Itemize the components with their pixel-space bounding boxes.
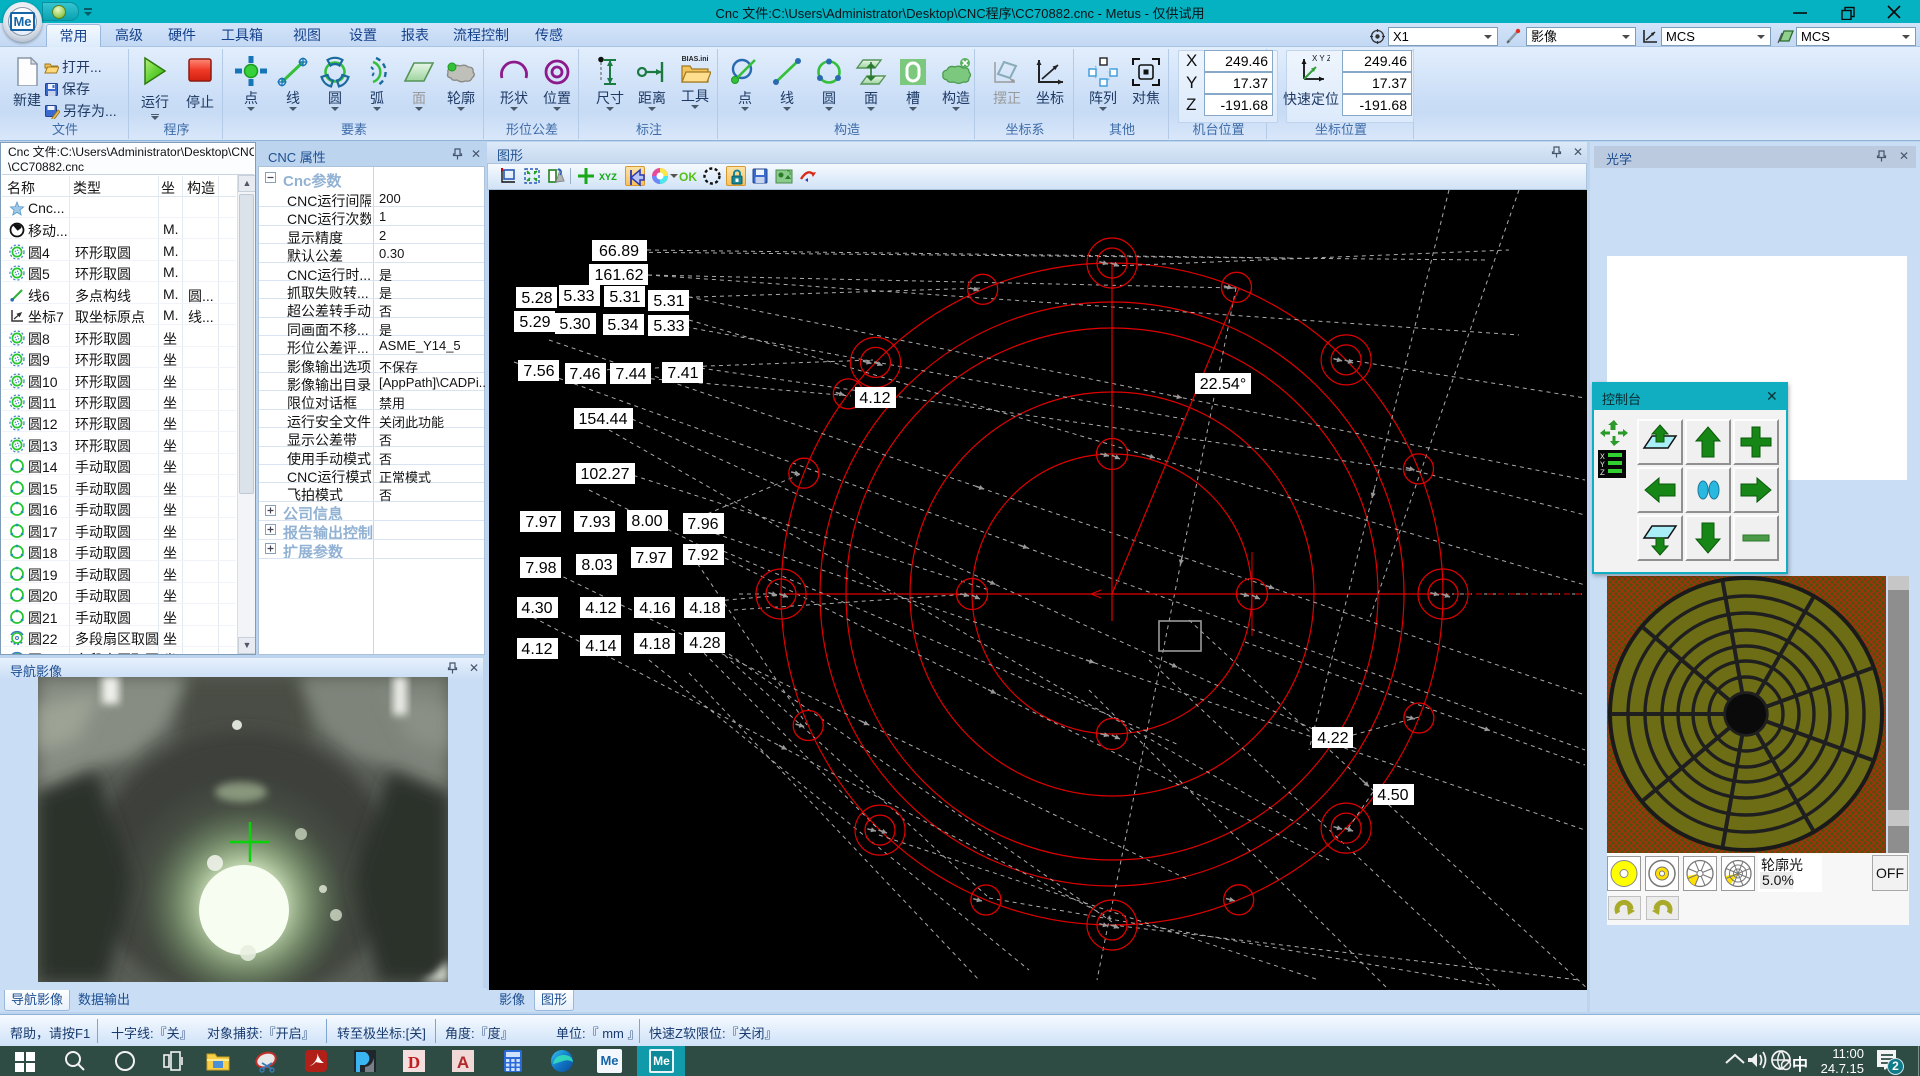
svg-text:154.44: 154.44	[579, 411, 628, 428]
svg-text:4.50: 4.50	[1377, 787, 1408, 804]
svg-text:8.03: 8.03	[581, 557, 612, 574]
svg-text:7.44: 7.44	[615, 366, 646, 383]
svg-text:4.30: 4.30	[521, 600, 552, 617]
svg-text:4.16: 4.16	[639, 600, 670, 617]
svg-text:4.12: 4.12	[585, 600, 616, 617]
svg-text:5.34: 5.34	[607, 317, 638, 334]
svg-text:102.27: 102.27	[581, 466, 630, 483]
svg-text:4.14: 4.14	[585, 638, 616, 655]
svg-text:5.31: 5.31	[653, 293, 684, 310]
svg-text:4.18: 4.18	[639, 636, 670, 653]
svg-text:A: A	[457, 1053, 469, 1072]
svg-text:XYZ: XYZ	[599, 173, 617, 184]
svg-text:7.92: 7.92	[687, 547, 718, 564]
svg-text:8.00: 8.00	[631, 513, 662, 530]
svg-text:5.29: 5.29	[519, 314, 550, 331]
svg-text:22.54°: 22.54°	[1200, 376, 1246, 393]
svg-text:7.46: 7.46	[569, 366, 600, 383]
svg-text:4.22: 4.22	[1317, 730, 1348, 747]
svg-text:7.96: 7.96	[687, 516, 718, 533]
svg-text:7.93: 7.93	[579, 514, 610, 531]
svg-text:7.41: 7.41	[667, 365, 698, 382]
svg-text:Z: Z	[1600, 469, 1605, 478]
svg-text:4.28: 4.28	[689, 635, 720, 652]
svg-text:66.89: 66.89	[599, 243, 639, 260]
svg-text:5.33: 5.33	[563, 288, 594, 305]
svg-text:BIAS.ini: BIAS.ini	[682, 56, 709, 63]
svg-text:161.62: 161.62	[595, 267, 644, 284]
svg-text:4.12: 4.12	[859, 390, 890, 407]
svg-text:7.56: 7.56	[523, 363, 554, 380]
svg-text:OK: OK	[679, 170, 697, 184]
svg-text:5.30: 5.30	[559, 316, 590, 333]
svg-text:X Y Z: X Y Z	[1312, 54, 1330, 63]
svg-text:D: D	[408, 1053, 420, 1072]
svg-text:5.28: 5.28	[521, 290, 552, 307]
svg-text:5.33: 5.33	[653, 318, 684, 335]
svg-text:7.97: 7.97	[525, 514, 556, 531]
svg-text:4.12: 4.12	[521, 641, 552, 658]
svg-text:5.31: 5.31	[609, 289, 640, 306]
svg-text:4.18: 4.18	[689, 600, 720, 617]
svg-text:7.98: 7.98	[525, 560, 556, 577]
svg-text:7.97: 7.97	[635, 550, 666, 567]
